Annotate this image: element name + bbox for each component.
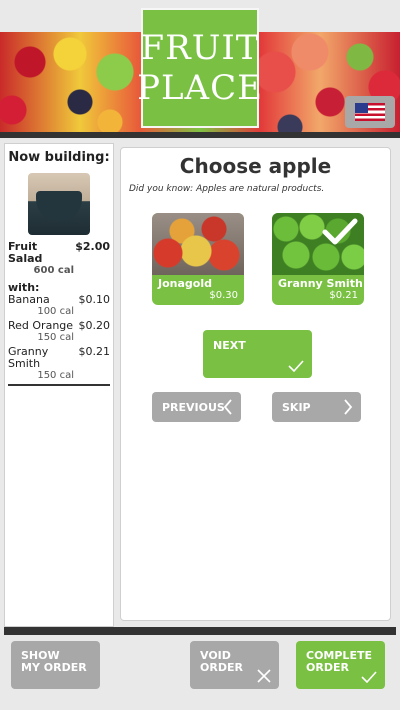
addon-price: $0.10 <box>78 293 111 306</box>
show-my-order-button[interactable]: SHOW MY ORDER <box>11 641 100 689</box>
skip-button[interactable]: SKIP <box>272 392 361 422</box>
selected-check-icon <box>322 218 358 245</box>
option-granny-smith[interactable]: Granny Smith $0.21 <box>272 213 364 305</box>
order-summary-title: Now building: <box>8 150 110 165</box>
main-item-name: Fruit Salad <box>8 240 43 265</box>
header-divider <box>0 132 400 138</box>
check-icon <box>288 360 304 372</box>
addon-price: $0.20 <box>78 319 111 332</box>
addon-row: Red Orange $0.20 <box>8 320 110 332</box>
order-summary-divider <box>8 384 110 386</box>
complete-order-button[interactable]: COMPLETE ORDER <box>296 641 385 689</box>
order-main-item: Fruit Salad $2.00 <box>8 241 110 265</box>
addon-row: Banana $0.10 <box>8 294 110 306</box>
option-name: Granny Smith <box>278 277 363 290</box>
check-icon <box>361 671 377 683</box>
addon-name: Granny Smith <box>8 345 49 370</box>
logo-line2: PLACE <box>137 68 263 108</box>
addon-calories: 150 cal <box>37 370 74 381</box>
addon-calories: 150 cal <box>37 332 74 343</box>
option-price: $0.30 <box>209 290 238 301</box>
next-button[interactable]: NEXT <box>203 330 312 378</box>
chevron-left-icon <box>223 399 232 415</box>
order-summary-panel: Now building: Fruit Salad $2.00 600 cal … <box>4 143 114 627</box>
addon-row: Granny Smith $0.21 <box>8 346 110 370</box>
skip-label: SKIP <box>282 401 311 414</box>
header-banner: FRUIT PLACE <box>0 0 400 138</box>
addon-name: Banana <box>8 293 50 306</box>
us-flag-icon <box>355 103 385 121</box>
next-label: NEXT <box>213 339 246 352</box>
main-item-price: $2.00 <box>75 240 110 253</box>
jonagold-apples-image <box>152 213 244 275</box>
previous-button[interactable]: PREVIOUS <box>152 392 241 422</box>
option-jonagold[interactable]: Jonagold $0.30 <box>152 213 244 305</box>
choose-apple-panel: Choose apple Did you know: Apples are na… <box>120 147 391 621</box>
fruit-place-logo: FRUIT PLACE <box>137 8 262 128</box>
logo-line1: FRUIT <box>140 28 260 68</box>
show-label-line2: MY ORDER <box>21 661 87 674</box>
fruit-salad-bowl-image <box>28 173 90 235</box>
footer-divider <box>4 627 396 635</box>
void-order-button[interactable]: VOID ORDER <box>190 641 279 689</box>
addon-price: $0.21 <box>78 345 111 358</box>
previous-label: PREVIOUS <box>162 401 225 414</box>
did-you-know-text: Did you know: Apples are natural product… <box>129 184 325 194</box>
option-price: $0.21 <box>329 290 358 301</box>
addon-name: Red Orange <box>8 319 74 332</box>
chevron-right-icon <box>344 399 353 415</box>
void-label-line2: ORDER <box>200 661 243 674</box>
option-name: Jonagold <box>158 277 212 290</box>
addon-calories: 100 cal <box>37 306 74 317</box>
page-title: Choose apple <box>179 154 332 178</box>
language-button[interactable] <box>345 96 395 128</box>
close-icon <box>257 669 271 683</box>
main-item-calories: 600 cal <box>33 265 74 276</box>
